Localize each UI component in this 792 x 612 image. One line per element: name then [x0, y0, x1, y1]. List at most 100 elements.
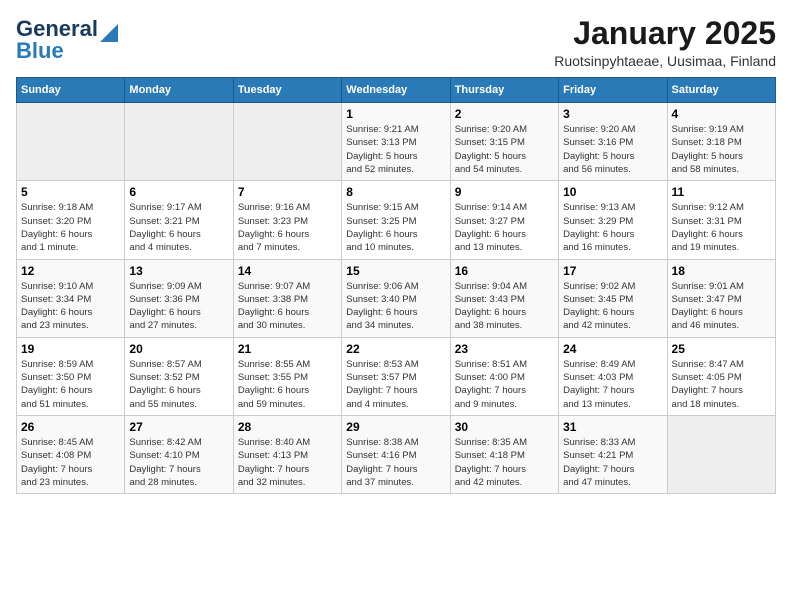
week-row-4: 19 Sunrise: 8:59 AM Sunset: 3:50 PM Dayli…: [17, 337, 776, 415]
calendar-table: SundayMondayTuesdayWednesdayThursdayFrid…: [16, 77, 776, 494]
day-number: 12: [21, 264, 120, 278]
day-info: Sunrise: 8:49 AM Sunset: 4:03 PM Dayligh…: [563, 358, 662, 411]
day-cell-6: 6 Sunrise: 9:17 AM Sunset: 3:21 PM Daylig…: [125, 181, 233, 259]
day-cell-11: 11Sunrise: 9:12 AM Sunset: 3:31 PM Dayli…: [667, 181, 775, 259]
day-number: 17: [563, 264, 662, 278]
day-number: 9: [455, 185, 554, 199]
day-header-tuesday: Tuesday: [233, 78, 341, 103]
day-cell-7: 7 Sunrise: 9:16 AM Sunset: 3:23 PM Daylig…: [233, 181, 341, 259]
day-info: Sunrise: 9:02 AM Sunset: 3:45 PM Dayligh…: [563, 280, 662, 333]
day-number: 26: [21, 420, 120, 434]
day-info: Sunrise: 9:07 AM Sunset: 3:38 PM Dayligh…: [238, 280, 337, 333]
day-number: 15: [346, 264, 445, 278]
day-info: Sunrise: 8:53 AM Sunset: 3:57 PM Dayligh…: [346, 358, 445, 411]
week-row-1: 1 Sunrise: 9:21 AM Sunset: 3:13 PM Daylig…: [17, 103, 776, 181]
day-number: 14: [238, 264, 337, 278]
day-number: 20: [129, 342, 228, 356]
day-number: 6: [129, 185, 228, 199]
day-cell-30: 30 Sunrise: 8:35 AM Sunset: 4:18 PM Dayli…: [450, 415, 558, 493]
day-number: 4: [672, 107, 771, 121]
day-cell-20: 20 Sunrise: 8:57 AM Sunset: 3:52 PM Dayli…: [125, 337, 233, 415]
day-info: Sunrise: 9:16 AM Sunset: 3:23 PM Dayligh…: [238, 201, 337, 254]
day-cell-19: 19 Sunrise: 8:59 AM Sunset: 3:50 PM Dayli…: [17, 337, 125, 415]
day-cell-22: 22 Sunrise: 8:53 AM Sunset: 3:57 PM Dayli…: [342, 337, 450, 415]
day-info: Sunrise: 8:51 AM Sunset: 4:00 PM Dayligh…: [455, 358, 554, 411]
day-cell-2: 2 Sunrise: 9:20 AM Sunset: 3:15 PM Daylig…: [450, 103, 558, 181]
day-cell-24: 24Sunrise: 8:49 AM Sunset: 4:03 PM Dayli…: [559, 337, 667, 415]
day-info: Sunrise: 8:59 AM Sunset: 3:50 PM Dayligh…: [21, 358, 120, 411]
day-cell-27: 27Sunrise: 8:42 AM Sunset: 4:10 PM Dayli…: [125, 415, 233, 493]
day-cell-9: 9 Sunrise: 9:14 AM Sunset: 3:27 PM Daylig…: [450, 181, 558, 259]
week-row-5: 26 Sunrise: 8:45 AM Sunset: 4:08 PM Dayli…: [17, 415, 776, 493]
day-info: Sunrise: 9:04 AM Sunset: 3:43 PM Dayligh…: [455, 280, 554, 333]
day-number: 29: [346, 420, 445, 434]
day-cell-28: 28 Sunrise: 8:40 AM Sunset: 4:13 PM Dayli…: [233, 415, 341, 493]
day-cell-8: 8 Sunrise: 9:15 AM Sunset: 3:25 PM Daylig…: [342, 181, 450, 259]
day-number: 3: [563, 107, 662, 121]
day-number: 7: [238, 185, 337, 199]
logo-icon: [100, 24, 118, 42]
day-number: 2: [455, 107, 554, 121]
day-info: Sunrise: 9:20 AM Sunset: 3:16 PM Dayligh…: [563, 123, 662, 176]
day-cell-1: 1 Sunrise: 9:21 AM Sunset: 3:13 PM Daylig…: [342, 103, 450, 181]
day-header-sunday: Sunday: [17, 78, 125, 103]
day-header-friday: Friday: [559, 78, 667, 103]
empty-cell: [17, 103, 125, 181]
day-header-monday: Monday: [125, 78, 233, 103]
day-cell-21: 21 Sunrise: 8:55 AM Sunset: 3:55 PM Dayli…: [233, 337, 341, 415]
day-number: 19: [21, 342, 120, 356]
day-info: Sunrise: 8:55 AM Sunset: 3:55 PM Dayligh…: [238, 358, 337, 411]
day-cell-26: 26 Sunrise: 8:45 AM Sunset: 4:08 PM Dayli…: [17, 415, 125, 493]
day-info: Sunrise: 9:17 AM Sunset: 3:21 PM Dayligh…: [129, 201, 228, 254]
day-number: 1: [346, 107, 445, 121]
day-number: 11: [672, 185, 771, 199]
day-info: Sunrise: 9:13 AM Sunset: 3:29 PM Dayligh…: [563, 201, 662, 254]
day-cell-3: 3 Sunrise: 9:20 AM Sunset: 3:16 PM Daylig…: [559, 103, 667, 181]
day-info: Sunrise: 9:10 AM Sunset: 3:34 PM Dayligh…: [21, 280, 120, 333]
day-info: Sunrise: 8:35 AM Sunset: 4:18 PM Dayligh…: [455, 436, 554, 489]
day-info: Sunrise: 8:45 AM Sunset: 4:08 PM Dayligh…: [21, 436, 120, 489]
day-number: 21: [238, 342, 337, 356]
empty-cell: [667, 415, 775, 493]
day-info: Sunrise: 9:20 AM Sunset: 3:15 PM Dayligh…: [455, 123, 554, 176]
day-number: 28: [238, 420, 337, 434]
empty-cell: [125, 103, 233, 181]
day-header-saturday: Saturday: [667, 78, 775, 103]
logo: General Blue: [16, 16, 118, 64]
day-cell-5: 5Sunrise: 9:18 AM Sunset: 3:20 PM Daylig…: [17, 181, 125, 259]
week-row-2: 5Sunrise: 9:18 AM Sunset: 3:20 PM Daylig…: [17, 181, 776, 259]
week-row-3: 12 Sunrise: 9:10 AM Sunset: 3:34 PM Dayli…: [17, 259, 776, 337]
day-cell-14: 14 Sunrise: 9:07 AM Sunset: 3:38 PM Dayli…: [233, 259, 341, 337]
day-header-wednesday: Wednesday: [342, 78, 450, 103]
day-cell-23: 23 Sunrise: 8:51 AM Sunset: 4:00 PM Dayli…: [450, 337, 558, 415]
day-info: Sunrise: 9:19 AM Sunset: 3:18 PM Dayligh…: [672, 123, 771, 176]
day-cell-15: 15 Sunrise: 9:06 AM Sunset: 3:40 PM Dayli…: [342, 259, 450, 337]
day-info: Sunrise: 8:57 AM Sunset: 3:52 PM Dayligh…: [129, 358, 228, 411]
day-number: 22: [346, 342, 445, 356]
day-info: Sunrise: 8:47 AM Sunset: 4:05 PM Dayligh…: [672, 358, 771, 411]
day-info: Sunrise: 9:21 AM Sunset: 3:13 PM Dayligh…: [346, 123, 445, 176]
calendar-header-row: SundayMondayTuesdayWednesdayThursdayFrid…: [17, 78, 776, 103]
day-cell-18: 18Sunrise: 9:01 AM Sunset: 3:47 PM Dayli…: [667, 259, 775, 337]
day-info: Sunrise: 9:14 AM Sunset: 3:27 PM Dayligh…: [455, 201, 554, 254]
calendar-subtitle: Ruotsinpyhtaeae, Uusimaa, Finland: [554, 53, 776, 69]
day-number: 25: [672, 342, 771, 356]
day-number: 27: [129, 420, 228, 434]
day-info: Sunrise: 9:15 AM Sunset: 3:25 PM Dayligh…: [346, 201, 445, 254]
day-cell-12: 12 Sunrise: 9:10 AM Sunset: 3:34 PM Dayli…: [17, 259, 125, 337]
day-number: 23: [455, 342, 554, 356]
day-number: 30: [455, 420, 554, 434]
day-info: Sunrise: 9:01 AM Sunset: 3:47 PM Dayligh…: [672, 280, 771, 333]
day-info: Sunrise: 9:18 AM Sunset: 3:20 PM Dayligh…: [21, 201, 120, 254]
day-cell-16: 16Sunrise: 9:04 AM Sunset: 3:43 PM Dayli…: [450, 259, 558, 337]
day-info: Sunrise: 8:38 AM Sunset: 4:16 PM Dayligh…: [346, 436, 445, 489]
day-info: Sunrise: 9:06 AM Sunset: 3:40 PM Dayligh…: [346, 280, 445, 333]
calendar-title: January 2025: [554, 16, 776, 51]
day-number: 8: [346, 185, 445, 199]
day-info: Sunrise: 8:40 AM Sunset: 4:13 PM Dayligh…: [238, 436, 337, 489]
day-header-thursday: Thursday: [450, 78, 558, 103]
day-cell-13: 13Sunrise: 9:09 AM Sunset: 3:36 PM Dayli…: [125, 259, 233, 337]
day-number: 13: [129, 264, 228, 278]
day-info: Sunrise: 8:33 AM Sunset: 4:21 PM Dayligh…: [563, 436, 662, 489]
day-cell-25: 25 Sunrise: 8:47 AM Sunset: 4:05 PM Dayli…: [667, 337, 775, 415]
